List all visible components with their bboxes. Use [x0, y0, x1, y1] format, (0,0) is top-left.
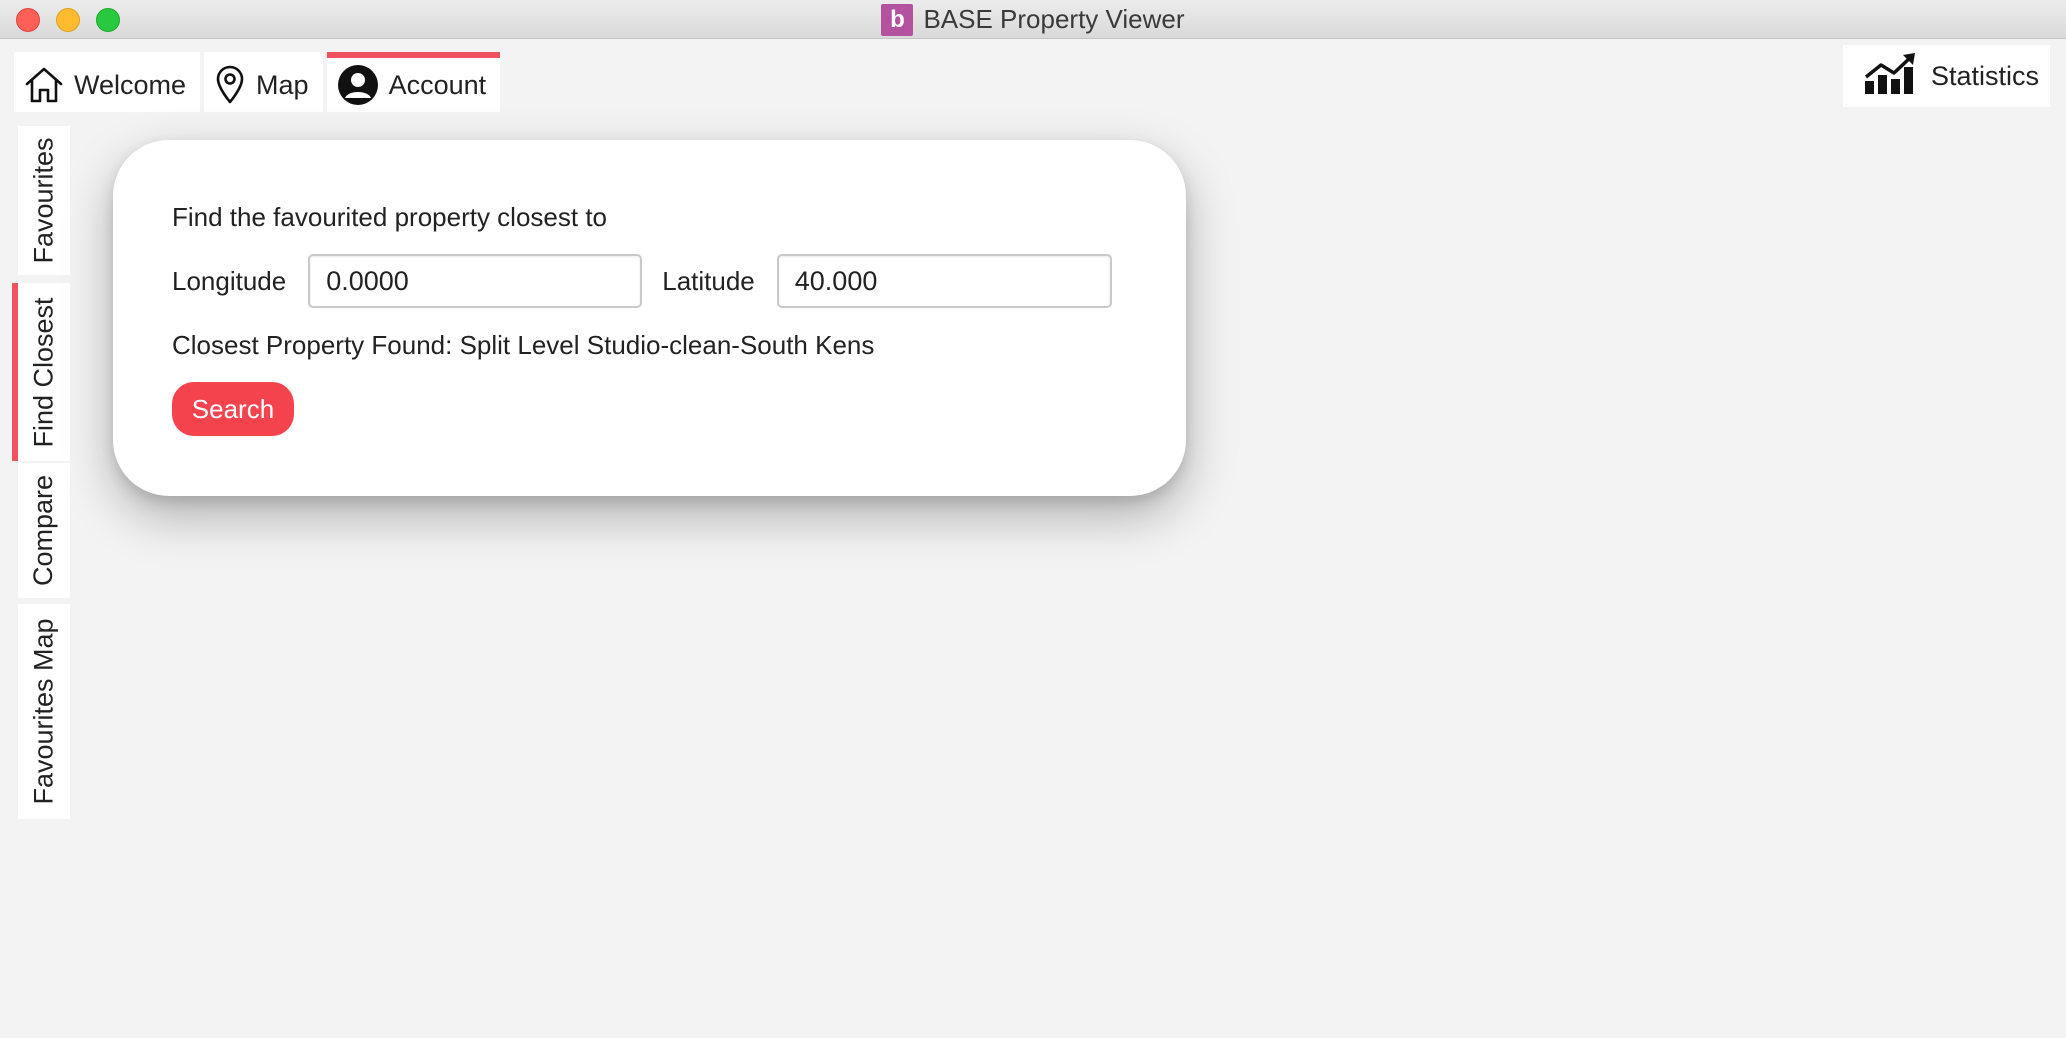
window-title: BASE Property Viewer: [923, 4, 1185, 34]
latitude-input[interactable]: [776, 254, 1112, 308]
side-tab-favourites-map[interactable]: Favourites Map: [18, 604, 70, 819]
coordinates-row: Longitude Latitude: [172, 254, 1112, 308]
side-tab-favourites-label: Favourites: [28, 137, 59, 264]
home-icon: [24, 65, 64, 105]
longitude-label: Longitude: [172, 265, 287, 296]
tab-map[interactable]: Map: [204, 52, 323, 112]
side-tab-favourites-map-label: Favourites Map: [28, 618, 59, 805]
side-tab-find-closest-label: Find Closest: [28, 296, 59, 448]
latitude-label: Latitude: [662, 265, 755, 296]
app-window: b BASE Property Viewer Welcome Map Accou…: [0, 0, 2066, 1038]
closest-property-result: Closest Property Found: Split Level Stud…: [172, 330, 875, 360]
tab-account-label: Account: [388, 69, 487, 100]
user-icon: [337, 64, 379, 106]
side-tab-find-closest[interactable]: Find Closest: [12, 283, 70, 461]
tab-welcome[interactable]: Welcome: [14, 52, 201, 112]
statistics-label: Statistics: [1931, 60, 2040, 91]
window-title-group: b BASE Property Viewer: [0, 0, 2066, 39]
side-tab-compare[interactable]: Compare: [18, 463, 70, 598]
title-bar: b BASE Property Viewer: [0, 0, 2066, 39]
tab-welcome-label: Welcome: [74, 69, 187, 100]
statistics-button[interactable]: Statistics: [1843, 45, 2050, 107]
side-tab-compare-label: Compare: [28, 474, 59, 587]
main-tabs: Welcome Map Account: [14, 52, 501, 112]
find-closest-card: Find the favourited property closest to …: [113, 140, 1186, 496]
chart-icon: [1863, 51, 1919, 102]
search-button[interactable]: Search: [172, 382, 294, 436]
tab-account[interactable]: Account: [326, 52, 501, 112]
tab-map-label: Map: [256, 69, 309, 100]
app-logo-icon: b: [881, 3, 914, 36]
longitude-input[interactable]: [308, 254, 643, 308]
find-closest-heading: Find the favourited property closest to: [172, 202, 608, 232]
side-tab-favourites[interactable]: Favourites: [18, 126, 70, 275]
map-pin-icon: [214, 65, 246, 105]
